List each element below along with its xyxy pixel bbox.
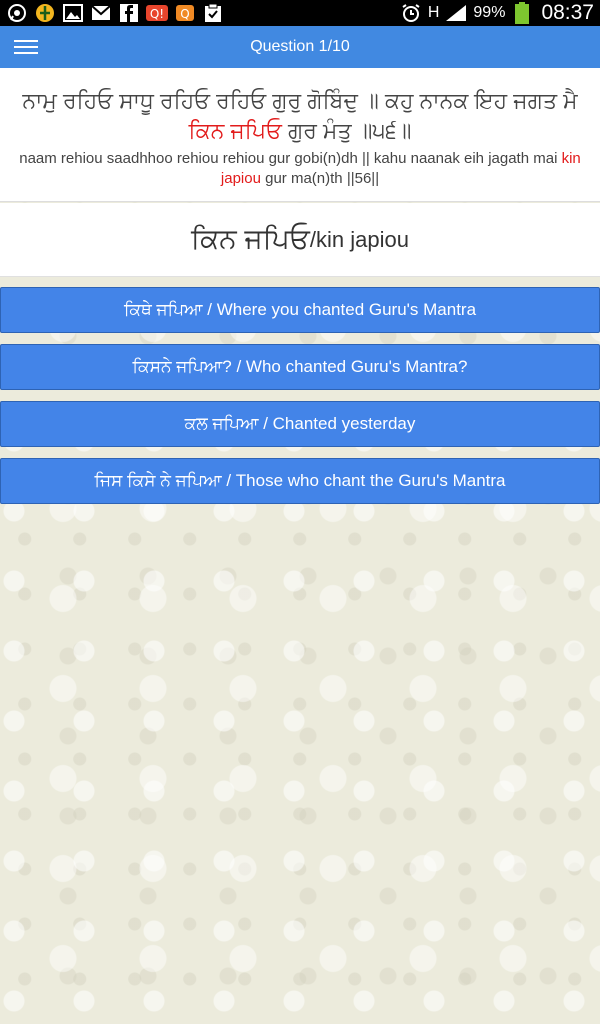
verse-card: ਨਾਮੁ ਰਹਿਓ ਸਾਧੂ ਰਹਿਓ ਰਹਿਓ ਗੁਰੁ ਗੋਬਿੰਦੁ ॥ …: [0, 68, 600, 202]
gmail-icon: [90, 3, 112, 23]
status-bar: Q! Q H 99% 08:37: [0, 0, 600, 26]
answer-options: ਕਿਥੇ ਜਪਿਆ / Where you chanted Guru's Man…: [0, 287, 600, 515]
question-word-card: ਕਿਨ ਜਪਿਓ / kin japiou: [0, 203, 600, 277]
answer-option-1[interactable]: ਕਿਥੇ ਜਪਿਆ / Where you chanted Guru's Man…: [0, 287, 600, 333]
transliteration-line: naam rehiou saadhhoo rehiou rehiou gur g…: [14, 149, 586, 189]
image-icon: [62, 3, 84, 23]
clipboard-icon: [202, 3, 224, 23]
notification-icons: Q! Q: [6, 3, 224, 23]
quiz-app-icon: Q: [174, 3, 196, 23]
gurmukhi-line: ਨਾਮੁ ਰਹਿਓ ਸਾਧੂ ਰਹਿਓ ਰਹਿਓ ਗੁਰੁ ਗੋਬਿੰਦੁ ॥ …: [14, 86, 586, 146]
app-bar: Question 1/10: [0, 26, 600, 68]
menu-icon[interactable]: [14, 37, 38, 57]
answer-option-3[interactable]: ਕਲ ਜਪਿਆ / Chanted yesterday: [0, 401, 600, 447]
question-counter: Question 1/10: [250, 38, 350, 55]
svg-text:Q: Q: [180, 7, 189, 21]
system-icons: H 99% 08:37: [400, 1, 594, 25]
battery-percent: 99%: [473, 4, 506, 21]
alarm-icon: [400, 3, 422, 23]
battery-icon: [511, 2, 533, 24]
svg-text:Q!: Q!: [150, 7, 164, 21]
answer-option-2[interactable]: ਕਿਸਨੇ ਜਪਿਆ? / Who chanted Guru's Mantra?: [0, 344, 600, 390]
network-type: H: [427, 4, 440, 21]
clock: 08:37: [541, 1, 594, 24]
khanda-icon: [34, 3, 56, 23]
translit-text-end: gur ma(n)th ||56||: [265, 170, 380, 187]
question-word: ਕਿਨ ਜਪਿਓ: [191, 223, 310, 254]
gurmukhi-text-end: ਗੁਰ ਮੰਤੁ ॥੫੬॥: [287, 118, 412, 143]
whatsapp-icon: [6, 3, 28, 23]
gurmukhi-text: ਨਾਮੁ ਰਹਿਓ ਸਾਧੂ ਰਹਿਓ ਰਹਿਓ ਗੁਰੁ ਗੋਬਿੰਦੁ ॥ …: [22, 88, 578, 113]
facebook-icon: [118, 3, 140, 23]
answer-option-4[interactable]: ਜਿਸ ਕਿਸੇ ਨੇ ਜਪਿਆ / Those who chant the G…: [0, 458, 600, 504]
translit-text: naam rehiou saadhhoo rehiou rehiou gur g…: [19, 150, 558, 167]
gurmukhi-highlight: ਕਿਨ ਜਪਿਓ: [188, 118, 282, 143]
signal-icon: [445, 3, 467, 23]
question-roman: kin japiou: [315, 226, 409, 252]
quiz-badge-icon: Q!: [146, 3, 168, 23]
